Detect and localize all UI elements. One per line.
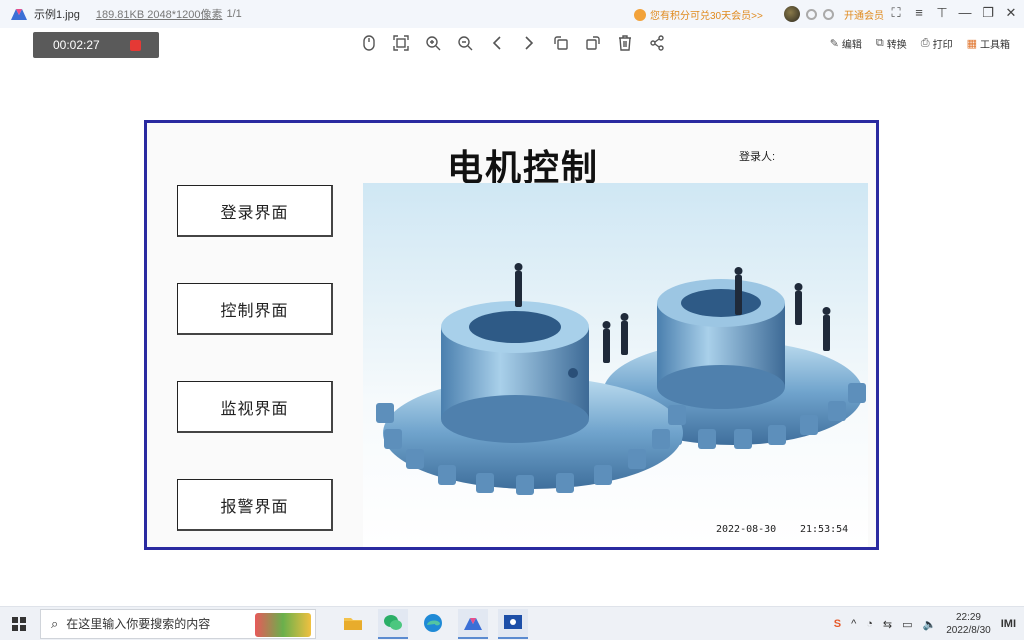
file-meta[interactable]: 189.81KB 2048*1200像素 (96, 6, 223, 22)
viewer-titlebar: 示例1.jpg 189.81KB 2048*1200像素 1/1 您有积分可兑3… (0, 0, 1024, 28)
fullscreen-icon[interactable]: ⛶ (889, 5, 903, 21)
page-indicator: 1/1 (226, 8, 242, 20)
alarm-screen-button[interactable]: 报警界面 (177, 479, 333, 531)
battery-icon[interactable]: ▭ (902, 618, 912, 631)
image-viewer-icon[interactable] (458, 608, 488, 639)
start-button[interactable] (0, 607, 38, 641)
search-icon: ⌕ (51, 615, 59, 631)
close-icon[interactable]: ✕ (1004, 5, 1018, 21)
rotate-right-icon[interactable] (584, 34, 602, 52)
vip-button[interactable]: 开通会员 (844, 7, 884, 22)
monitor-screen-button[interactable]: 监视界面 (177, 381, 333, 433)
windows-icon (12, 616, 26, 631)
network-icon[interactable]: ◔ (866, 618, 873, 630)
viewer-right-tools: ✎ 编辑 ⧉ 转换 ⎙ 打印 ▦ 工具箱 (830, 36, 1010, 51)
volume-icon[interactable]: 🔈 (923, 618, 937, 631)
screen-recorder-icon[interactable] (498, 608, 528, 639)
pin-icon[interactable]: ⊤ (935, 5, 949, 21)
viewer-toolbar (360, 34, 666, 52)
clock-date: 2022/8/30 (946, 625, 991, 636)
promo-text: 您有积分可兑30天会员>> (650, 11, 763, 22)
status-ring-icon (806, 8, 817, 20)
promo-link[interactable]: 您有积分可兑30天会员>> (634, 7, 763, 22)
window-controls: ⛶ ≡ ⊤ — ❐ ✕ (889, 5, 1018, 21)
print-button[interactable]: ⎙ 打印 (921, 36, 953, 51)
delete-icon[interactable] (616, 34, 634, 52)
rotate-left-icon[interactable] (552, 34, 570, 52)
toolbox-icon: ▦ (966, 38, 977, 50)
settings-sync-icon[interactable]: ⇆ (883, 618, 892, 631)
date-display: 2022-08-30 (716, 524, 777, 535)
fit-screen-icon[interactable] (392, 34, 410, 52)
toolbox-button[interactable]: ▦ 工具箱 (967, 36, 1010, 51)
previous-icon[interactable] (488, 34, 506, 52)
zoom-out-icon[interactable] (456, 34, 474, 52)
windows-taskbar: ⌕ 在这里输入你要搜索的内容 S ^ ◔ ⇆ ▭ 🔈 22:29 2022/8/… (0, 606, 1024, 640)
restore-icon[interactable]: ❐ (981, 5, 995, 21)
sogou-ime-icon[interactable]: S (834, 618, 841, 630)
user-group: 开通会员 (784, 6, 884, 22)
file-name: 示例1.jpg (34, 9, 80, 21)
mouse-icon[interactable] (360, 34, 378, 52)
status-ring-icon-2 (823, 8, 834, 20)
wechat-icon[interactable] (378, 608, 408, 639)
tray-expand-icon[interactable]: ^ (851, 618, 856, 630)
time-display: 21:53:54 (800, 524, 849, 535)
taskbar-apps (338, 608, 528, 639)
notification-icon[interactable]: IMI (1001, 618, 1016, 630)
search-placeholder: 在这里输入你要搜索的内容 (66, 617, 211, 631)
zoom-in-icon[interactable] (424, 34, 442, 52)
taskbar-search[interactable]: ⌕ 在这里输入你要搜索的内容 (40, 608, 316, 639)
menu-icon[interactable]: ≡ (912, 5, 926, 21)
recording-time: 00:02:27 (53, 38, 100, 52)
convert-icon: ⧉ (875, 37, 884, 49)
app-logo-icon (10, 5, 28, 23)
gears-photo: 2022-08-30 21:53:54 (363, 183, 868, 547)
minimize-icon[interactable]: — (958, 5, 972, 21)
hmi-screen: 电机控制 登录人: 登录界面 控制界面 监视界面 报警界面 2022-08-30… (144, 120, 879, 550)
edge-browser-icon[interactable] (418, 609, 448, 639)
taskbar-clock[interactable]: 22:29 2022/8/30 (946, 611, 991, 637)
edit-button[interactable]: ✎ 编辑 (830, 36, 862, 51)
next-icon[interactable] (520, 34, 538, 52)
edit-icon: ✎ (829, 38, 839, 50)
login-screen-button[interactable]: 登录界面 (177, 185, 333, 237)
file-explorer-icon[interactable] (338, 609, 368, 639)
print-icon: ⎙ (920, 37, 930, 49)
avatar[interactable] (784, 6, 800, 22)
share-icon[interactable] (648, 34, 666, 52)
clock-time: 22:29 (955, 612, 981, 623)
control-screen-button[interactable]: 控制界面 (177, 283, 333, 335)
login-person-label: 登录人: (739, 151, 776, 163)
screen-recorder: 00:02:27 (33, 32, 159, 58)
system-tray: S ^ ◔ ⇆ ▭ 🔈 22:29 2022/8/30 IMI (834, 607, 1016, 641)
stop-record-button[interactable] (129, 39, 141, 51)
search-highlight-image (255, 612, 311, 637)
convert-button[interactable]: ⧉ 转换 (876, 36, 907, 51)
gears-illustration (376, 263, 866, 495)
coin-icon (634, 8, 646, 21)
